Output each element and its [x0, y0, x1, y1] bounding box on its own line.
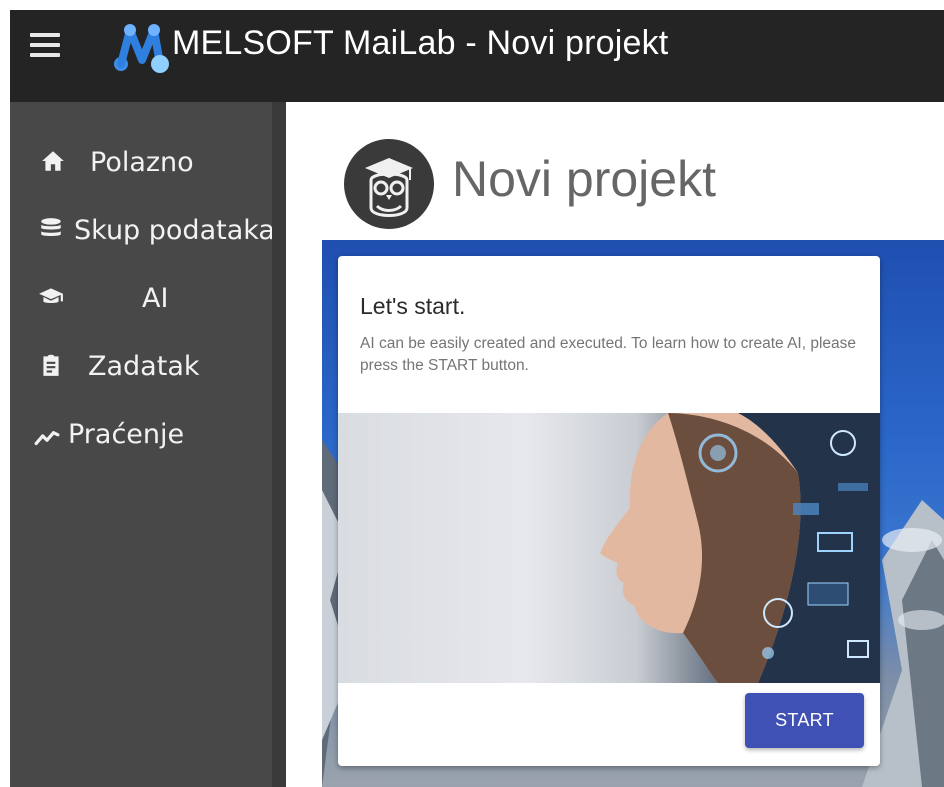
- sidebar-item-label: Praćenje: [68, 419, 185, 450]
- ai-woman-profile-image: [338, 413, 880, 683]
- card-description: AI can be easily created and executed. T…: [360, 335, 857, 374]
- app-title: MELSOFT MaiLab - Novi projekt: [172, 24, 669, 62]
- sidebar: Polazno Skup podataka AI Zadatak Praćenj…: [10, 102, 286, 787]
- trending-line-icon: [34, 431, 60, 446]
- page-title: Novi projekt: [452, 151, 716, 207]
- database-icon: [41, 218, 61, 237]
- melsoft-logo-icon: [114, 24, 169, 73]
- sidebar-item-label: Skup podataka: [74, 215, 275, 246]
- getting-started-card: Let's start. AI can be easily created an…: [338, 256, 880, 766]
- graduation-cap-icon: [39, 288, 63, 303]
- sidebar-item-label: Zadatak: [88, 351, 200, 382]
- sidebar-divider: [272, 102, 286, 787]
- start-button[interactable]: START: [745, 693, 864, 748]
- card-title: Let's start.: [360, 293, 466, 319]
- sidebar-item-skup-podataka[interactable]: Skup podataka: [10, 206, 286, 262]
- sidebar-item-pracenje[interactable]: Praćenje: [10, 410, 286, 466]
- sidebar-item-label: Polazno: [90, 147, 194, 178]
- hamburger-menu-icon[interactable]: [30, 33, 60, 57]
- ai-illustration: [600, 413, 880, 683]
- sidebar-item-ai[interactable]: AI: [10, 274, 286, 330]
- sidebar-item-label: AI: [142, 283, 169, 314]
- home-icon: [42, 151, 64, 171]
- sidebar-item-zadatak[interactable]: Zadatak: [10, 342, 286, 398]
- owl-graduate-icon: [344, 139, 434, 229]
- sidebar-item-polazno[interactable]: Polazno: [10, 138, 286, 194]
- clipboard-icon: [43, 354, 59, 376]
